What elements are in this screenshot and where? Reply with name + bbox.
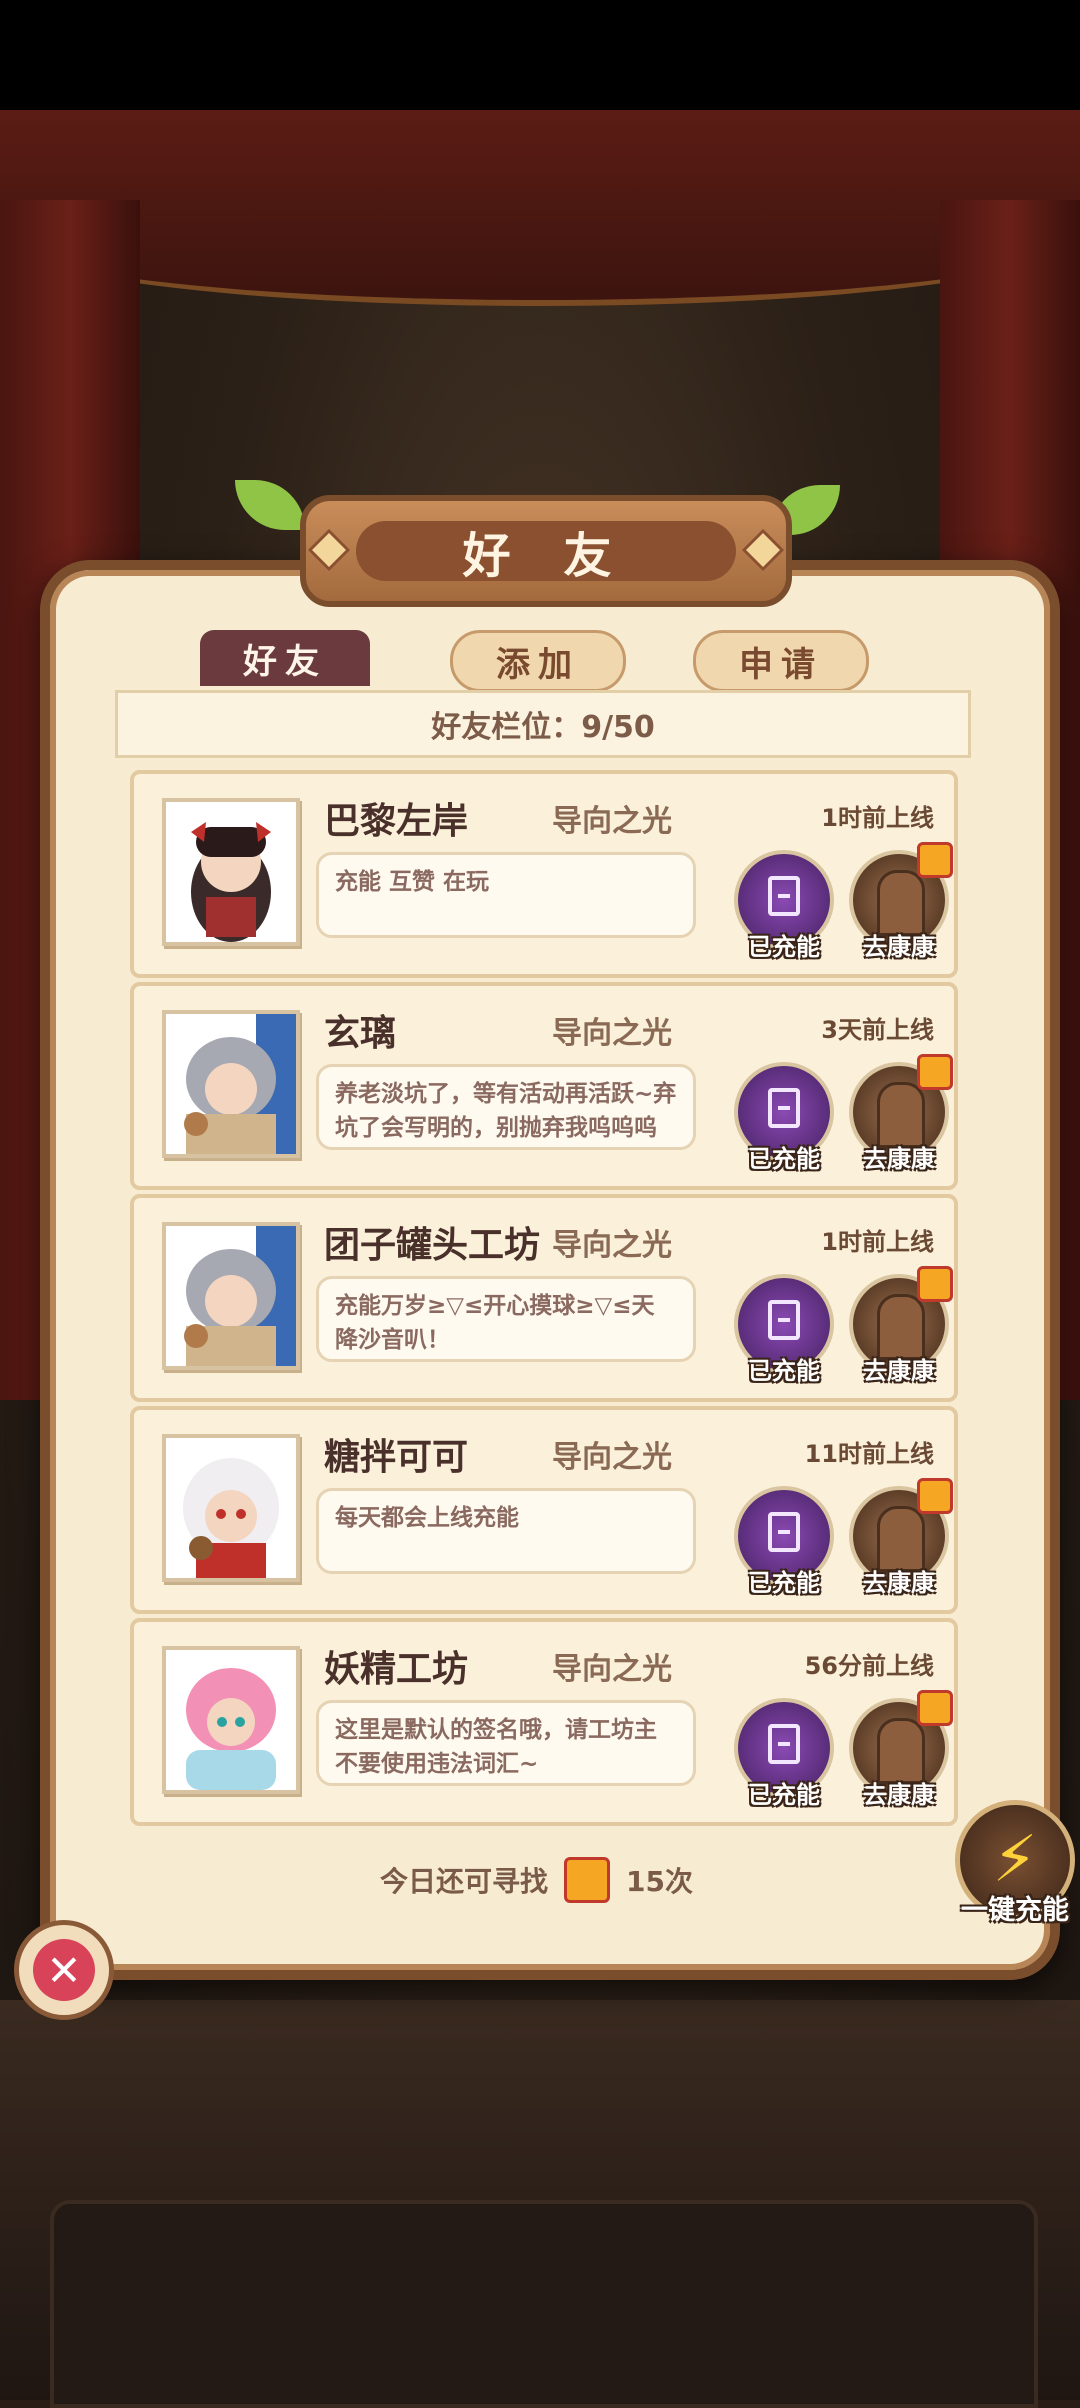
list-item[interactable]: 玄璃 导向之光 3天前上线 养老淡坑了，等有活动再活跃~弃坑了会写明的，别抛弃我… — [130, 982, 958, 1190]
avatar[interactable] — [162, 1010, 300, 1158]
search-remaining: 今日还可寻找 15次 — [380, 1855, 693, 1905]
visit-button[interactable]: 去康康 — [849, 1690, 953, 1809]
list-item[interactable]: 妖精工坊 导向之光 56分前上线 这里是默认的签名哦，请工坊主不要使用违法词汇~… — [130, 1618, 958, 1826]
online-status: 1时前上线 — [821, 1228, 934, 1256]
visit-button[interactable]: 去康康 — [849, 842, 953, 961]
online-status: 11时前上线 — [804, 1440, 934, 1468]
friend-name: 糖拌可可 — [324, 1437, 469, 1478]
list-item[interactable]: 团子罐头工坊 导向之光 1时前上线 充能万岁≥▽≤开心摸球≥▽≤天降沙音叭！ 已… — [130, 1194, 958, 1402]
close-icon: ✕ — [33, 1939, 95, 2001]
charge-button[interactable]: 已充能 — [734, 850, 834, 961]
list-item[interactable]: 糖拌可可 导向之光 11时前上线 每天都会上线充能 已充能 去康康 — [130, 1406, 958, 1614]
hourglass-icon — [768, 1088, 800, 1128]
signature: 充能 互赞 在玩 — [316, 852, 696, 938]
online-status: 1时前上线 — [821, 804, 934, 832]
friend-name: 巴黎左岸 — [324, 801, 469, 842]
friend-slots: 好友栏位：9/50 — [115, 690, 971, 758]
charge-button[interactable]: 已充能 — [734, 1274, 834, 1385]
hourglass-icon — [768, 1300, 800, 1340]
friend-name: 团子罐头工坊 — [324, 1225, 541, 1266]
signature: 每天都会上线充能 — [316, 1488, 696, 1574]
one-key-charge-label: 一键充能 — [961, 1895, 1069, 1926]
avatar[interactable] — [162, 1222, 300, 1370]
tab-apply[interactable]: 申请 — [693, 630, 869, 692]
signature: 这里是默认的签名哦，请工坊主不要使用违法词汇~ — [316, 1700, 696, 1786]
visit-button[interactable]: 去康康 — [849, 1054, 953, 1173]
online-status: 56分前上线 — [804, 1652, 934, 1680]
gift-icon — [917, 1266, 953, 1302]
signature: 充能万岁≥▽≤开心摸球≥▽≤天降沙音叭！ — [316, 1276, 696, 1362]
list-item[interactable]: 巴黎左岸 导向之光 1时前上线 充能 互赞 在玩 已充能 去康康 — [130, 770, 958, 978]
search-remaining-label: 今日还可寻找 — [380, 1865, 549, 1898]
avatar[interactable] — [162, 1434, 300, 1582]
hourglass-icon — [768, 1724, 800, 1764]
charge-button[interactable]: 已充能 — [734, 1486, 834, 1597]
friend-guild: 导向之光 — [552, 1228, 672, 1263]
status-bar — [0, 0, 1080, 110]
page-title: 好 友 — [356, 521, 736, 584]
tab-bar: 好友 添加 申请 — [0, 630, 1080, 692]
gift-icon — [917, 1478, 953, 1514]
title-plate: 好 友 — [300, 495, 792, 607]
signature: 养老淡坑了，等有活动再活跃~弃坑了会写明的，别抛弃我呜呜呜 — [316, 1064, 696, 1150]
close-button[interactable]: ✕ — [14, 1920, 114, 2020]
friend-name: 玄璃 — [324, 1013, 397, 1054]
friend-guild: 导向之光 — [552, 804, 672, 839]
avatar[interactable] — [162, 798, 300, 946]
tab-add[interactable]: 添加 — [450, 630, 626, 692]
friend-guild: 导向之光 — [552, 1016, 672, 1051]
gem-icon — [307, 528, 351, 572]
lightning-icon: ⚡ — [992, 1823, 1038, 1897]
friend-name: 妖精工坊 — [324, 1649, 469, 1690]
avatar[interactable] — [162, 1646, 300, 1794]
online-status: 3天前上线 — [821, 1016, 934, 1044]
hourglass-icon — [768, 1512, 800, 1552]
visit-button[interactable]: 去康康 — [849, 1266, 953, 1385]
curtain-top — [0, 110, 1080, 306]
friend-guild: 导向之光 — [552, 1652, 672, 1687]
charge-button[interactable]: 已充能 — [734, 1062, 834, 1173]
gift-icon — [917, 1690, 953, 1726]
hourglass-icon — [768, 876, 800, 916]
search-remaining-count: 15次 — [626, 1865, 693, 1898]
friend-guild: 导向之光 — [552, 1440, 672, 1475]
drawer — [50, 2200, 1038, 2408]
gift-icon — [564, 1857, 611, 1903]
gift-icon — [917, 842, 953, 878]
tab-friends[interactable]: 好友 — [200, 630, 370, 686]
gift-icon — [917, 1054, 953, 1090]
friend-list[interactable]: 巴黎左岸 导向之光 1时前上线 充能 互赞 在玩 已充能 去康康 玄璃 导向之光… — [110, 760, 970, 1826]
visit-button[interactable]: 去康康 — [849, 1478, 953, 1597]
charge-button[interactable]: 已充能 — [734, 1698, 834, 1809]
gem-icon — [741, 528, 785, 572]
